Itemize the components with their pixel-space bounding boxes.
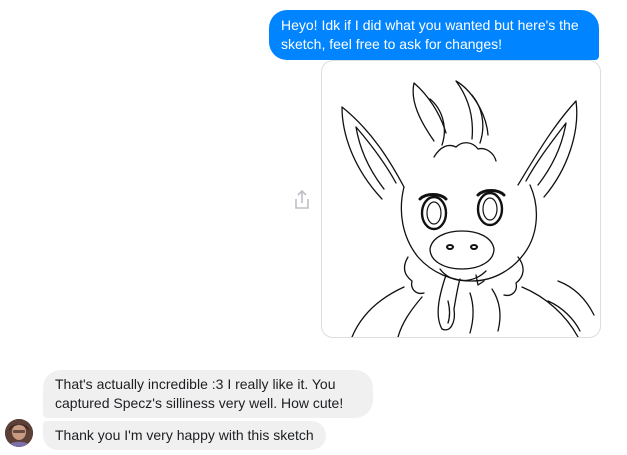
outgoing-message[interactable]: Heyo! Idk if I did what you wanted but h…	[269, 10, 599, 60]
message-thread: Heyo! Idk if I did what you wanted but h…	[0, 0, 627, 455]
sketch-image-attachment[interactable]	[321, 60, 601, 338]
sketch-image	[341, 80, 595, 337]
incoming-message[interactable]: Thank you I'm very happy with this sketc…	[43, 421, 326, 450]
incoming-message[interactable]: That's actually incredible :3 I really l…	[43, 370, 373, 418]
share-icon[interactable]	[290, 188, 314, 212]
avatar[interactable]	[5, 419, 33, 447]
